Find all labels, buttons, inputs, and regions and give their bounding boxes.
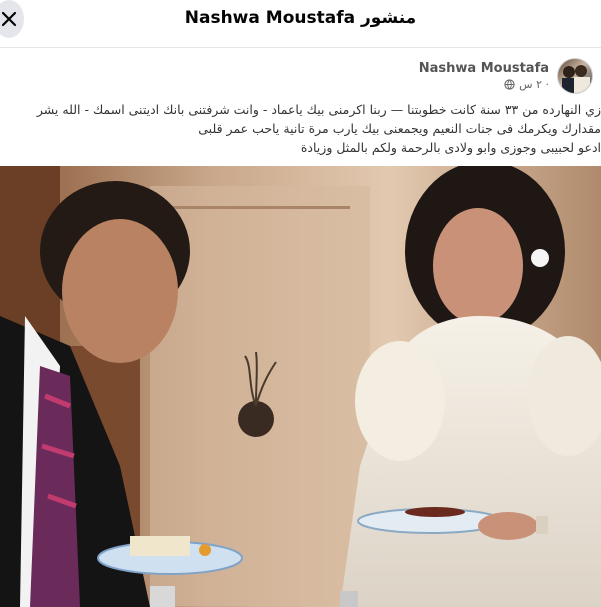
globe-icon (504, 79, 515, 90)
post-text-line: مقدارك ويكرمك فى جنات النعيم ويجمعنى بيك… (198, 121, 601, 136)
post-header: منشور Nashwa Moustafa (0, 0, 601, 48)
post-author-row: Nashwa Moustafa ٢ س · (419, 58, 593, 94)
page-title: منشور Nashwa Moustafa (184, 8, 417, 28)
post-time-text[interactable]: ٢ س · (519, 78, 549, 91)
post-photo[interactable] (0, 166, 601, 607)
author-name[interactable]: Nashwa Moustafa (419, 61, 549, 76)
post-text-line: زي النهارده من ٣٣ سنة كانت خطوبتنا — ربن… (36, 102, 601, 117)
post-text: زي النهارده من ٣٣ سنة كانت خطوبتنا — ربن… (0, 100, 601, 157)
post-text-line: ادعو لحبيبى وجوزى وابو ولادى بالرحمة ولك… (300, 140, 601, 155)
author-meta: Nashwa Moustafa ٢ س · (419, 61, 549, 91)
post-time: ٢ س · (419, 78, 549, 91)
avatar[interactable] (557, 58, 593, 94)
